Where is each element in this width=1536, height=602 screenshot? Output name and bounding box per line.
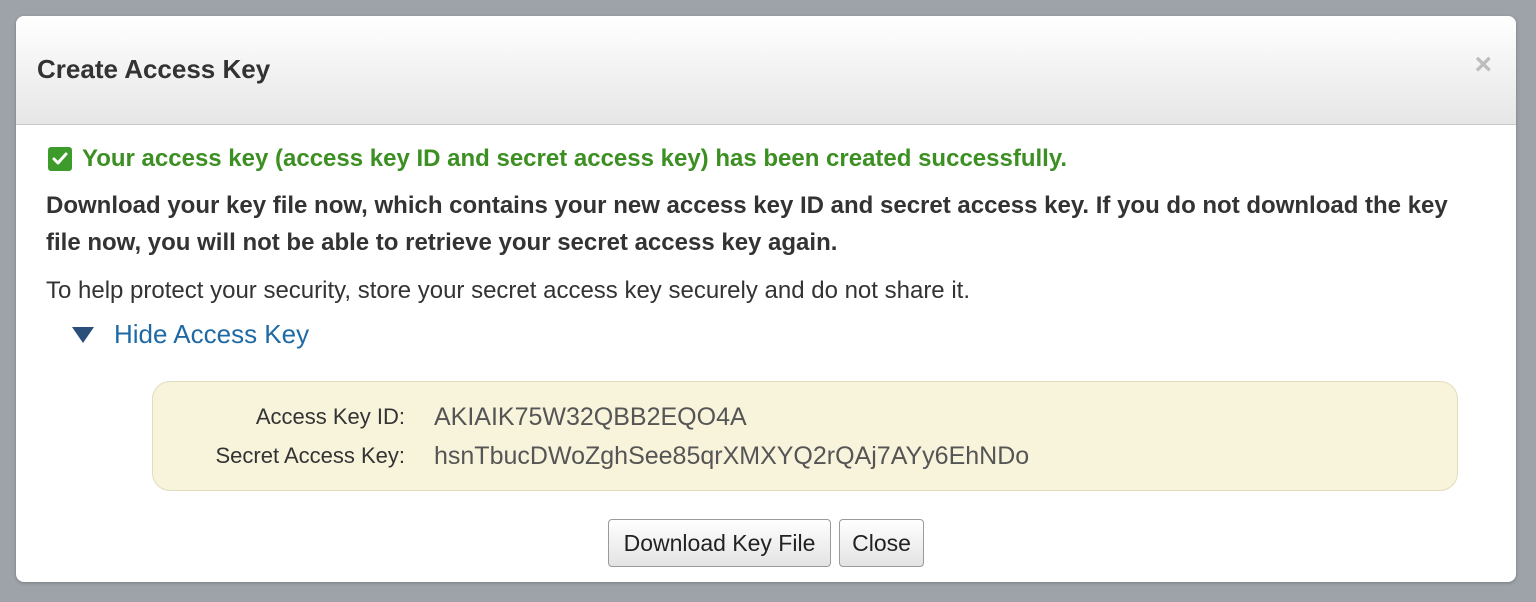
success-text: Your access key (access key ID and secre… (82, 145, 1068, 172)
dialog-header: Create Access Key × (16, 16, 1516, 125)
security-advice-text: To help protect your security, store you… (46, 277, 970, 304)
download-warning-text: Download your key file now, which contai… (46, 192, 1448, 256)
access-key-id-label: Access Key ID: (255, 404, 405, 429)
close-icon[interactable]: × (1474, 50, 1492, 80)
secret-access-key-value: hsnTbucDWoZghSee85qrXMXYQ2rQAj7AYy6EhNDo (434, 442, 1030, 470)
close-button[interactable]: Close (839, 519, 924, 567)
access-key-panel: Access Key ID: AKIAIK75W32QBB2EQO4A Secr… (152, 381, 1458, 491)
dialog-title: Create Access Key (37, 54, 271, 84)
create-access-key-dialog: Create Access Key × Your access key (acc… (16, 16, 1516, 582)
secret-access-key-label: Secret Access Key: (215, 443, 405, 468)
hide-access-key-toggle[interactable]: Hide Access Key (72, 319, 309, 350)
triangle-down-icon (72, 326, 94, 343)
access-key-id-value: AKIAIK75W32QBB2EQO4A (434, 403, 747, 431)
checkbox-check-icon (48, 147, 72, 171)
download-key-file-button[interactable]: Download Key File (608, 519, 831, 567)
hide-access-key-link[interactable]: Hide Access Key (114, 319, 309, 350)
success-message: Your access key (access key ID and secre… (48, 145, 1067, 173)
